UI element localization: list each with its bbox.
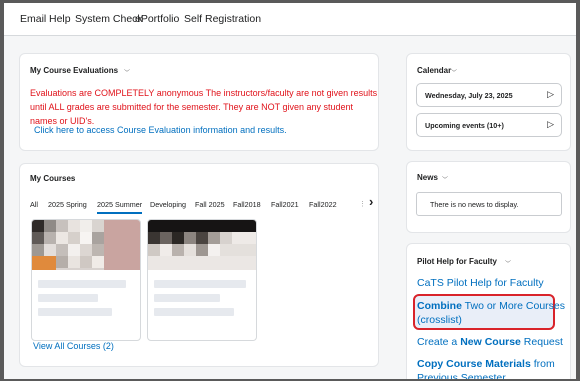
view-all-courses-link[interactable]: View All Courses (2) [33,341,114,351]
new-course-label: New Course [460,336,521,348]
chevron-down-icon[interactable]: ⌵ [442,174,448,181]
tab-2025-spring[interactable]: 2025 Spring [48,200,87,209]
chevron-down-icon[interactable]: ⌵ [505,258,511,265]
course-name-placeholder [38,280,126,288]
previous-semester-link[interactable]: Previous Semester [417,371,506,379]
course-card[interactable] [147,219,257,341]
course-name-placeholder [154,308,234,316]
chevron-right-icon[interactable]: › [369,194,373,209]
top-navigation: Email Help System Check ePortfolio Self … [4,3,576,36]
course-evaluations-widget: My Course Evaluations ⌵ Evaluations are … [19,53,379,151]
copy-materials-label: Copy Course Materials [417,358,531,370]
tab-overflow-indicator: ⋮ [359,201,366,208]
combine-label: Combine [417,300,462,312]
nav-help[interactable]: Help [49,13,71,25]
combine-courses-link[interactable]: Combine Two or More Courses [417,299,565,313]
chevron-right-icon: ▷ [547,119,554,129]
news-widget: News ⌵ There is no news to display. [406,161,571,233]
widget-title: My Courses [30,174,76,183]
tab-fall2018[interactable]: Fall2018 [233,200,261,209]
course-name-placeholder [38,308,112,316]
widget-title: Pilot Help for Faculty [417,257,498,266]
course-image [148,220,256,270]
upcoming-events-button[interactable]: Upcoming events (10+) ▷ [416,113,562,137]
course-image [32,220,140,270]
course-name-placeholder [38,294,98,302]
nav-system-check[interactable]: System Check [75,13,143,25]
widget-title: News [417,173,438,182]
calendar-date-button[interactable]: Wednesday, July 23, 2025 ▷ [416,83,562,107]
nav-self-registration[interactable]: Self Registration [184,13,261,25]
screen: Email Help System Check ePortfolio Self … [4,3,576,379]
course-card[interactable] [31,219,141,341]
nav-email[interactable]: Email [20,13,46,25]
widget-title: Calendar [417,66,452,75]
cats-pilot-help-link[interactable]: CaTS Pilot Help for Faculty [417,276,544,290]
evaluation-notice: Evaluations are COMPLETELY anonymous The… [30,88,378,126]
course-name-placeholder [154,294,220,302]
upcoming-events-label: Upcoming events (10+) [425,121,504,130]
crosslist-link[interactable]: (crosslist) [417,313,462,327]
chevron-right-icon: ▷ [547,89,554,99]
request-label: Request [520,336,563,348]
new-course-request-link[interactable]: Create a New Course Request [417,335,563,349]
widget-title: My Course Evaluations [30,66,119,75]
chevron-down-icon[interactable]: ⌵ [451,67,457,74]
chevron-down-icon[interactable]: ⌵ [124,67,130,74]
news-empty-message: There is no news to display. [430,200,519,209]
tab-fall2022[interactable]: Fall2022 [309,200,337,209]
my-courses-widget: My Courses All 2025 Spring 2025 Summer D… [19,163,379,367]
calendar-date: Wednesday, July 23, 2025 [425,91,513,100]
tab-all[interactable]: All [30,200,38,209]
news-empty-box: There is no news to display. [416,192,562,216]
tab-2025-summer[interactable]: 2025 Summer [97,200,143,214]
create-a-label: Create a [417,336,461,348]
tab-fall-2025[interactable]: Fall 2025 [195,200,225,209]
copy-course-materials-link[interactable]: Copy Course Materials from [417,357,555,371]
course-name-placeholder [154,280,246,288]
pilot-help-widget: Pilot Help for Faculty ⌵ CaTS Pilot Help… [406,243,571,379]
tab-developing[interactable]: Developing [150,200,186,209]
nav-eportfolio[interactable]: ePortfolio [135,13,179,25]
from-label: from [530,358,555,370]
calendar-widget: Calendar ⌵ Wednesday, July 23, 2025 ▷ Up… [406,53,571,151]
combine-rest-label: Two or More Courses [461,300,566,312]
tab-fall2021[interactable]: Fall2021 [271,200,299,209]
evaluation-info-link[interactable]: Click here to access Course Evaluation i… [34,125,287,135]
